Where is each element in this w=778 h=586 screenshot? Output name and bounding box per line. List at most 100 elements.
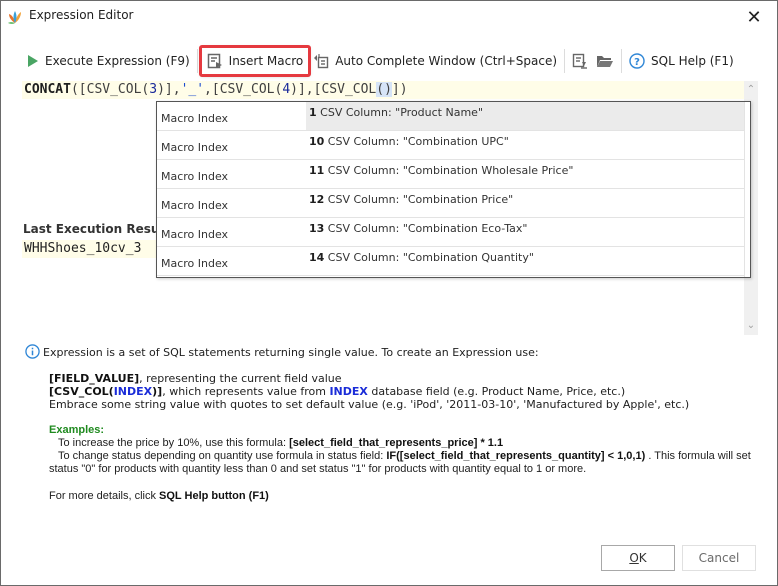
macro-list-item[interactable]: Macro Index 1 CSV Column: "Product Name" <box>157 102 750 131</box>
examples-heading: Examples: <box>49 424 105 436</box>
example-price-text: To increase the price by 10%, use this f… <box>49 437 290 449</box>
help-intro: Expression is a set of SQL statements re… <box>43 346 539 359</box>
macro-item-text: CSV Column: "Combination Eco-Tax" <box>324 222 528 235</box>
expr-function: CONCAT <box>24 82 71 97</box>
close-icon: ✕ <box>746 6 762 28</box>
close-button[interactable]: ✕ <box>739 4 769 30</box>
scroll-down-icon[interactable]: ⌄ <box>744 319 758 333</box>
macro-item-value: 1 CSV Column: "Product Name" <box>306 102 750 130</box>
macro-item-value: 13 CSV Column: "Combination Eco-Tax" <box>306 218 750 246</box>
macro-item-index: 11 <box>309 164 325 177</box>
macro-list-item[interactable]: Macro Index 12 CSV Column: "Combination P… <box>157 189 750 218</box>
macro-list-item[interactable]: Macro Index 11 CSV Column: "Combination W… <box>157 160 750 189</box>
play-icon <box>28 55 38 67</box>
expr-number: 4 <box>282 82 291 97</box>
ok-mnemonic: O <box>629 551 639 565</box>
auto-complete-button[interactable]: Auto Complete Window (Ctrl+Space) <box>309 47 561 75</box>
insert-macro-button[interactable]: Insert Macro <box>198 45 312 77</box>
save-download-icon <box>572 53 588 69</box>
example-status-text: To change status depending on quantity u… <box>49 450 387 462</box>
macro-item-label: Macro Index <box>161 170 229 183</box>
help-embrace-line: Embrace some string value with quotes to… <box>49 398 690 411</box>
macro-item-text: CSV Column: "Combination Wholesale Price… <box>324 164 574 177</box>
macro-item-label: Macro Index <box>161 199 229 212</box>
macro-item-label: Macro Index <box>161 112 229 125</box>
sql-help-button[interactable]: ? SQL Help (F1) <box>625 47 738 75</box>
sql-help-label: SQL Help (F1) <box>651 54 734 68</box>
csv-col-open: [CSV_COL( <box>49 385 114 398</box>
expr-token: )],[CSV_COL <box>290 82 377 97</box>
scroll-up-icon[interactable]: ⌃ <box>744 83 758 97</box>
svg-text:?: ? <box>634 57 640 68</box>
example-status-line: To change status depending on quantity u… <box>49 450 769 476</box>
expression-editor-dialog: Expression Editor ✕ Execute Expression (… <box>0 0 778 586</box>
macro-list-item[interactable]: Macro Index 13 CSV Column: "Combination E… <box>157 218 750 247</box>
ok-button[interactable]: OK <box>601 545 675 571</box>
csv-col-close: )] <box>152 385 163 398</box>
macro-item-value: 12 CSV Column: "Combination Price" <box>306 189 750 217</box>
macro-list-item[interactable]: Macro Index 14 CSV Column: "Combination Q… <box>157 247 750 276</box>
more-details-link: SQL Help button (F1) <box>159 490 269 502</box>
expr-selection: () <box>376 82 392 97</box>
help-field-value-line: [FIELD_VALUE], representing the current … <box>49 372 342 385</box>
macro-item-text: CSV Column: "Combination Quantity" <box>324 251 534 264</box>
ok-label: K <box>638 551 647 565</box>
expr-token: ,[CSV_COL( <box>204 82 283 97</box>
expr-number: 3 <box>149 82 158 97</box>
toolbar: Execute Expression (F9) Insert Macro Aut… <box>23 45 738 77</box>
example-price-formula: [select_field_that_represents_price] * 1… <box>289 437 504 449</box>
macro-item-text: CSV Column: "Combination Price" <box>324 193 514 206</box>
toolbar-separator <box>621 49 623 73</box>
csv-col-desc2: database field (e.g. Product Name, Price… <box>367 385 626 398</box>
macro-item-text: CSV Column: "Product Name" <box>316 106 483 119</box>
expression-input[interactable]: CONCAT([CSV_COL(3)],'_',[CSV_COL(4)],[CS… <box>22 81 744 99</box>
save-expression-button[interactable] <box>568 47 592 75</box>
macro-autocomplete-popup: Macro Index 1 CSV Column: "Product Name" M… <box>156 101 751 278</box>
csv-col-desc1: , which represents value from <box>162 385 330 398</box>
macro-item-index: 13 <box>309 222 325 235</box>
macro-item-label: Macro Index <box>161 257 229 270</box>
auto-complete-icon <box>314 54 329 69</box>
example-price-line: To increase the price by 10%, use this f… <box>49 437 769 450</box>
expr-token: )], <box>157 82 181 97</box>
macro-list-item[interactable]: Macro Index 10 CSV Column: "Combination U… <box>157 131 750 160</box>
csv-col-index-ref: INDEX <box>329 385 368 398</box>
open-folder-button[interactable] <box>592 47 618 75</box>
csv-col-index: INDEX <box>113 385 153 398</box>
popup-scrollbar-track[interactable] <box>744 102 750 277</box>
insert-macro-label: Insert Macro <box>228 54 304 68</box>
window-title: Expression Editor <box>29 8 134 22</box>
expr-token: ([CSV_COL( <box>70 82 150 97</box>
field-value-token: [FIELD_VALUE] <box>49 372 140 385</box>
expr-string: '_' <box>180 82 205 97</box>
folder-open-icon <box>597 56 614 67</box>
macro-item-index: 1 <box>309 106 317 119</box>
field-value-desc: , representing the current field value <box>139 372 342 385</box>
help-question-icon: ? <box>629 53 645 69</box>
title-bar: Expression Editor ✕ <box>1 1 777 33</box>
macro-item-value: 11 CSV Column: "Combination Wholesale Pr… <box>306 160 750 188</box>
macro-item-index: 10 <box>309 135 325 148</box>
execute-expression-label: Execute Expression (F9) <box>45 54 190 68</box>
auto-complete-label: Auto Complete Window (Ctrl+Space) <box>335 54 558 68</box>
macro-item-index: 12 <box>309 193 325 206</box>
toolbar-separator <box>564 49 566 73</box>
info-icon <box>25 344 40 359</box>
macro-item-text: CSV Column: "Combination UPC" <box>324 135 509 148</box>
macro-item-label: Macro Index <box>161 141 229 154</box>
example-status-formula: IF([select_field_that_represents_quantit… <box>386 450 646 462</box>
macro-item-index: 14 <box>309 251 325 264</box>
toolbar-separator <box>196 49 198 73</box>
macro-item-value: 14 CSV Column: "Combination Quantity" <box>306 247 750 275</box>
help-csv-col-line: [CSV_COL(INDEX)], which represents value… <box>49 385 625 398</box>
more-details-text: For more details, click <box>49 490 160 502</box>
macro-item-value: 10 CSV Column: "Combination UPC" <box>306 131 750 159</box>
cancel-button[interactable]: Cancel <box>682 545 756 571</box>
execute-expression-button[interactable]: Execute Expression (F9) <box>23 47 194 75</box>
macro-item-label: Macro Index <box>161 228 229 241</box>
help-more-details: For more details, click SQL Help button … <box>49 490 769 503</box>
last-execution-result-value: WHHShoes_10cv_3 <box>22 240 162 258</box>
app-logo-icon <box>8 11 21 24</box>
last-execution-result-label: Last Execution Result: <box>23 222 175 236</box>
expr-token: ]) <box>391 82 408 97</box>
